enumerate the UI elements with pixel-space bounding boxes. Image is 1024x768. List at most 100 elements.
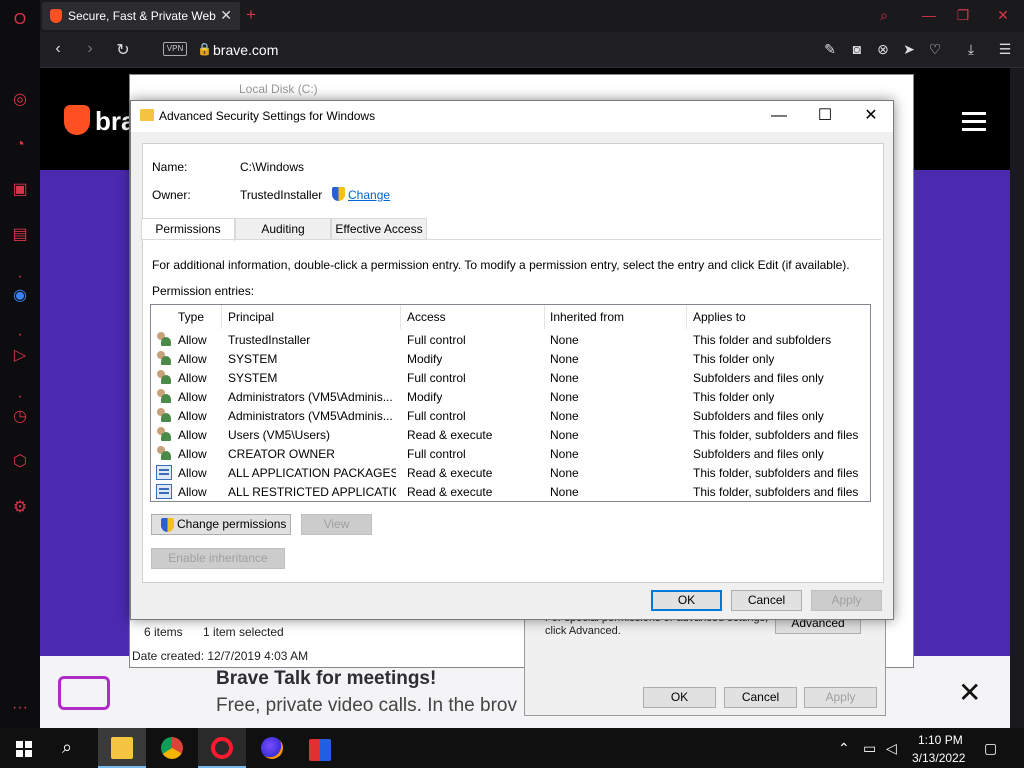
network-icon[interactable]: ▭ <box>863 740 876 757</box>
close-window-icon[interactable]: ✕ <box>988 4 1018 26</box>
edit-icon[interactable]: ✎ <box>821 41 839 58</box>
menu-icon[interactable] <box>962 112 986 131</box>
camera-icon[interactable]: ◙ <box>848 41 866 57</box>
file-explorer-taskbar-button[interactable] <box>98 728 146 768</box>
apply-button[interactable]: Apply <box>811 590 882 611</box>
dialog-minimize-icon[interactable]: — <box>759 105 799 127</box>
browser-tab[interactable]: Secure, Fast & Private Web ✕ <box>42 2 240 30</box>
tab-auditing[interactable]: Auditing <box>235 218 331 240</box>
properties-ok-button[interactable]: OK <box>643 687 716 708</box>
messenger-icon[interactable]: ◉ <box>8 284 32 308</box>
block-icon[interactable]: ⊗ <box>874 41 892 58</box>
row-type: Allow <box>178 333 207 347</box>
restore-icon[interactable]: ❐ <box>948 4 978 26</box>
new-tab-icon[interactable]: + <box>246 5 256 25</box>
permission-row[interactable]: Allow Users (VM5\Users) Read & execute N… <box>151 425 870 444</box>
speed-icon[interactable]: ◔ <box>8 133 32 157</box>
name-label: Name: <box>152 160 188 174</box>
easy-setup-icon[interactable]: ☰ <box>996 41 1014 58</box>
download-icon[interactable]: ⤓ <box>962 41 980 58</box>
column-divider[interactable] <box>221 305 222 329</box>
vpn-badge[interactable]: VPN <box>163 42 187 56</box>
player-icon[interactable]: ▷ <box>8 344 32 368</box>
enable-inheritance-button[interactable]: Enable inheritance <box>151 548 285 569</box>
tab-effective-access[interactable]: Effective Access <box>331 218 427 240</box>
minimize-icon[interactable]: — <box>914 4 944 26</box>
users-icon <box>156 332 172 347</box>
gamepad-icon[interactable]: ◎ <box>8 88 32 112</box>
row-access: Read & execute <box>407 428 493 442</box>
reload-icon[interactable]: ↻ <box>113 40 133 60</box>
column-inherited-from[interactable]: Inherited from <box>550 310 624 324</box>
clock-date[interactable]: 3/13/2022 <box>912 751 965 765</box>
tab-permissions[interactable]: Permissions <box>141 218 235 241</box>
dialog-close-icon[interactable]: ✕ <box>851 105 891 127</box>
row-applies: Subfolders and files only <box>693 409 824 423</box>
lock-icon[interactable]: 🔒 <box>197 42 212 56</box>
bag-icon[interactable]: ▣ <box>8 178 32 202</box>
permission-row[interactable]: Allow ALL APPLICATION PACKAGES Read & ex… <box>151 463 870 482</box>
column-principal[interactable]: Principal <box>228 310 274 324</box>
column-access[interactable]: Access <box>407 310 446 324</box>
heart-icon[interactable]: ♡ <box>926 41 944 58</box>
column-divider[interactable] <box>686 305 687 329</box>
page-scrollbar[interactable] <box>1010 68 1024 728</box>
view-button[interactable]: View <box>301 514 372 535</box>
column-divider[interactable] <box>544 305 545 329</box>
more-icon[interactable]: ··· <box>8 696 32 720</box>
row-principal: TrustedInstaller <box>228 333 311 347</box>
back-icon[interactable]: ‹ <box>48 40 68 58</box>
history-icon[interactable]: ◷ <box>8 405 32 429</box>
url-field[interactable]: brave.com <box>213 42 278 58</box>
dialog-maximize-icon[interactable]: ☐ <box>805 105 845 127</box>
row-access: Full control <box>407 371 466 385</box>
chevron-up-icon[interactable]: ⌃ <box>838 740 850 757</box>
firefox-taskbar-button[interactable] <box>248 728 296 768</box>
chrome-taskbar-button[interactable] <box>148 728 196 768</box>
permission-row[interactable]: Allow Administrators (VM5\Adminis... Mod… <box>151 387 870 406</box>
permission-row[interactable]: Allow TrustedInstaller Full control None… <box>151 330 870 349</box>
permission-row[interactable]: Allow ALL RESTRICTED APPLICATIO... Read … <box>151 482 870 501</box>
chrome-icon <box>161 737 183 759</box>
settings-icon[interactable]: ⚙ <box>8 496 32 520</box>
tab-bar: Secure, Fast & Private Web ✕ + ⌕ — ❐ ✕ <box>40 0 1024 32</box>
permission-row[interactable]: Allow SYSTEM Full control None Subfolder… <box>151 368 870 387</box>
banner-subtitle: Free, private video calls. In the brov <box>216 695 517 716</box>
brave-logo-icon[interactable] <box>64 105 90 135</box>
clock-time[interactable]: 1:10 PM <box>918 733 963 747</box>
ok-button[interactable]: OK <box>651 590 722 611</box>
opera-logo-icon[interactable]: O <box>8 8 32 32</box>
search-tabs-icon[interactable]: ⌕ <box>869 4 899 26</box>
properties-cancel-button[interactable]: Cancel <box>724 687 797 708</box>
firefox-icon <box>261 737 283 759</box>
change-permissions-button[interactable]: Change permissions <box>151 514 291 535</box>
opera-taskbar-button[interactable] <box>198 728 246 768</box>
owner-value: TrustedInstaller <box>240 188 323 202</box>
change-owner-link[interactable]: Change <box>348 188 390 202</box>
column-applies-to[interactable]: Applies to <box>693 310 746 324</box>
search-button[interactable]: ⌕ <box>48 728 96 768</box>
permission-row[interactable]: Allow Administrators (VM5\Adminis... Ful… <box>151 406 870 425</box>
twitch-icon[interactable]: ▤ <box>8 223 32 247</box>
column-divider[interactable] <box>400 305 401 329</box>
app-taskbar-button[interactable] <box>296 728 344 768</box>
permission-entries-list[interactable]: Type Principal Access Inherited from App… <box>150 304 871 502</box>
column-type[interactable]: Type <box>178 310 204 324</box>
volume-icon[interactable]: ◁ <box>886 740 897 757</box>
permission-row[interactable]: Allow CREATOR OWNER Full control None Su… <box>151 444 870 463</box>
users-icon <box>156 351 172 366</box>
start-button[interactable] <box>0 728 48 768</box>
banner-close-icon[interactable]: ✕ <box>958 676 981 709</box>
cancel-button[interactable]: Cancel <box>731 590 802 611</box>
row-type: Allow <box>178 447 207 461</box>
opera-icon <box>211 737 233 759</box>
notifications-icon[interactable]: ▢ <box>984 740 997 757</box>
send-icon[interactable]: ➤ <box>900 41 918 58</box>
forward-icon[interactable]: › <box>80 40 100 58</box>
dialog-titlebar[interactable]: Advanced Security Settings for Windows —… <box>131 101 893 132</box>
properties-apply-button[interactable]: Apply <box>804 687 877 708</box>
row-type: Allow <box>178 466 207 480</box>
cube-icon[interactable]: ⬡ <box>8 450 32 474</box>
permission-row[interactable]: Allow SYSTEM Modify None This folder onl… <box>151 349 870 368</box>
close-tab-icon[interactable]: ✕ <box>220 7 232 24</box>
